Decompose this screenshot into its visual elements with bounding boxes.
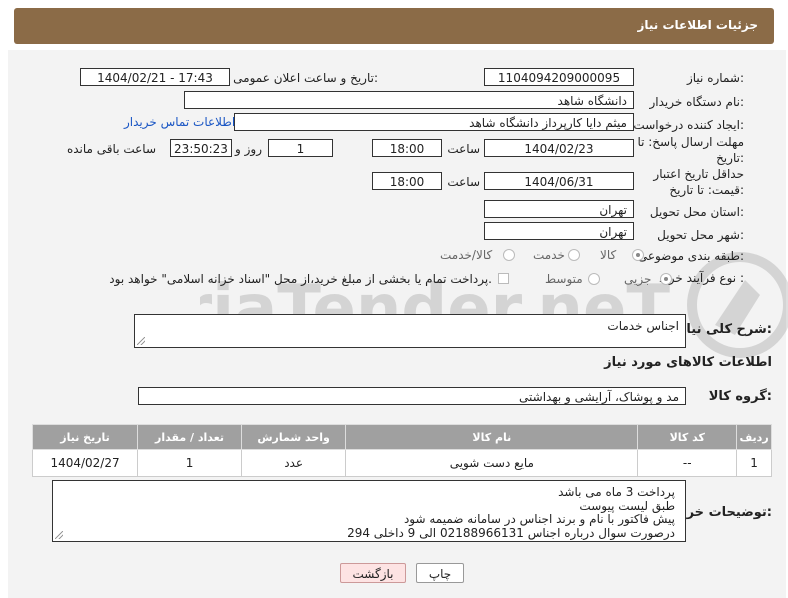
buyer-notes-textarea[interactable]: پرداخت 3 ماه می باشد طبق لیست پیوست پیش … <box>52 480 686 542</box>
remaining-time-field: 23:50:23 <box>170 139 232 157</box>
col-header-row-number: ردیف <box>736 424 772 450</box>
items-table: ردیف کد کالا نام کالا واحد شمارش تعداد /… <box>31 424 772 477</box>
table-header-row: ردیف کد کالا نام کالا واحد شمارش تعداد /… <box>31 424 772 450</box>
reply-time-label: ساعت <box>447 142 480 156</box>
province-field: تهران <box>484 200 634 218</box>
table-row: 1 -- مایع دست شویی عدد 1 1404/02/27 <box>31 449 772 477</box>
need-number-label: شماره نیاز: <box>686 71 744 85</box>
cell-unit: عدد <box>240 449 347 477</box>
page-header: جزئیات اطلاعات نیاز <box>14 8 774 44</box>
buyer-org-field: دانشگاه شاهد <box>184 91 634 109</box>
buyer-note-line: طبق لیست پیوست <box>579 498 675 513</box>
category-radio-goods-service[interactable] <box>503 249 515 261</box>
cell-need-date: 1404/02/27 <box>31 449 139 477</box>
description-label: شرح کلی نیاز: <box>678 322 772 337</box>
category-option-service: خدمت <box>533 248 565 262</box>
category-label: طبقه بندی موضوعی: <box>637 249 744 263</box>
page-title: جزئیات اطلاعات نیاز <box>637 18 758 32</box>
col-header-quantity: تعداد / مقدار <box>137 424 242 450</box>
cell-quantity: 1 <box>137 449 242 477</box>
category-radio-goods[interactable] <box>632 249 644 261</box>
validity-date-field: 1404/06/31 <box>484 172 634 190</box>
reply-deadline-label: مهلت ارسال پاسخ: تا تاریخ: <box>637 135 744 165</box>
reply-time-field: 18:00 <box>372 139 442 157</box>
col-header-item-code: کد کالا <box>637 424 738 450</box>
goods-group-field: مد و پوشاک، آرایشی و بهداشتی <box>138 387 686 405</box>
announce-label: تاریخ و ساعت اعلان عمومی: <box>233 71 378 85</box>
buyer-note-line: پیش فاکتور با نام و برند اجناس در سامانه… <box>403 512 675 526</box>
buyer-contact-link[interactable]: اطلاعات تماس خریدار <box>124 115 235 129</box>
back-button[interactable]: بازگشت <box>340 563 406 583</box>
validity-time-field: 18:00 <box>372 172 442 190</box>
resize-grip[interactable] <box>55 531 63 539</box>
col-header-need-date: تاریخ نیاز <box>31 424 139 450</box>
announce-date-field: 1404/02/21 - 17:43 <box>80 68 230 86</box>
treasury-payment-note: پرداخت تمام یا بخشی از مبلغ خرید،از محل … <box>109 272 492 286</box>
validity-label: حداقل تاریخ اعتبار قیمت: تا تاریخ: <box>653 167 744 197</box>
col-header-item-name: نام کالا <box>345 424 639 450</box>
buyer-org-label: نام دستگاه خریدار: <box>649 95 745 109</box>
province-label: استان محل تحویل: <box>649 205 744 219</box>
days-label: روز و <box>235 142 262 156</box>
days-field: 1 <box>268 139 333 157</box>
purchase-option-minor: جزیی <box>624 272 652 286</box>
treasury-payment-checkbox[interactable] <box>498 273 509 284</box>
category-radio-service[interactable] <box>568 249 580 261</box>
need-number-field: 1104094209000095 <box>484 68 634 86</box>
print-button[interactable]: چاپ <box>416 563 464 583</box>
description-text: اجناس خدمات <box>607 319 679 333</box>
cell-row-number: 1 <box>736 449 772 477</box>
reply-date-field: 1404/02/23 <box>484 139 634 157</box>
category-option-goods-service: کالا/خدمت <box>440 248 493 262</box>
goods-section-title: اطلاعات کالاهای مورد نیاز <box>604 355 772 370</box>
col-header-unit: واحد شمارش <box>240 424 347 450</box>
validity-time-label: ساعت <box>447 175 480 189</box>
cell-item-name: مایع دست شویی <box>345 449 639 477</box>
requester-field: میثم دایا کارپرداز دانشگاه شاهد <box>234 113 634 131</box>
description-textarea[interactable]: اجناس خدمات <box>134 314 686 348</box>
requester-label: ایجاد کننده درخواست: <box>633 118 744 132</box>
buyer-note-line: درصورت سوال درباره اجناس 02188966131 الی… <box>347 525 675 540</box>
buyer-note-line: پرداخت 3 ماه می باشد <box>558 485 675 499</box>
purchase-radio-medium[interactable] <box>588 273 600 285</box>
cell-item-code: -- <box>637 449 738 477</box>
purchase-radio-minor[interactable] <box>660 273 672 285</box>
resize-grip[interactable] <box>137 337 145 345</box>
city-label: شهر محل تحویل: <box>657 228 744 242</box>
city-field: تهران <box>484 222 634 240</box>
category-option-goods: کالا <box>600 248 617 262</box>
remaining-label: ساعت باقی مانده <box>66 142 156 156</box>
purchase-option-medium: متوسط <box>545 272 583 286</box>
goods-group-label: گروه کالا: <box>708 389 772 404</box>
